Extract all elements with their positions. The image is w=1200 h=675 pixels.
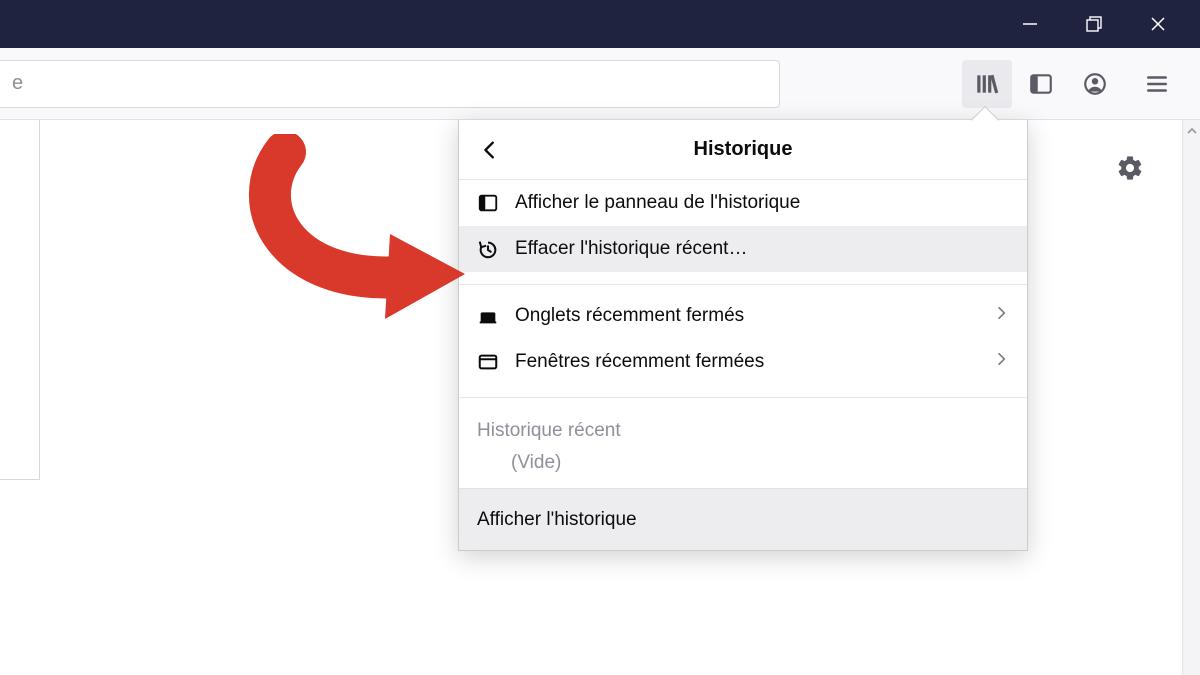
hamburger-icon — [1144, 71, 1170, 97]
panel-header: Historique — [459, 120, 1027, 180]
clear-recent-history-item[interactable]: Effacer l'historique récent… — [459, 226, 1027, 272]
toolbar: e — [0, 48, 1200, 120]
menu-item-label: Onglets récemment fermés — [515, 305, 744, 327]
recent-history-section-label: Historique récent — [459, 406, 1027, 448]
sidebar-toggle-button[interactable] — [1016, 60, 1066, 108]
menu-item-label: Fenêtres récemment fermées — [515, 351, 764, 373]
gear-icon — [1116, 154, 1144, 182]
window-close-button[interactable] — [1126, 0, 1190, 48]
annotation-arrow — [225, 134, 485, 334]
panel-title: Historique — [459, 138, 1027, 161]
show-all-history-item[interactable]: Afficher l'historique — [459, 488, 1027, 550]
show-history-sidebar-item[interactable]: Afficher le panneau de l'historique — [459, 180, 1027, 226]
library-icon — [974, 71, 1000, 97]
panel-separator — [459, 284, 1027, 285]
chevron-right-icon — [993, 305, 1009, 327]
page-settings-button[interactable] — [1110, 148, 1150, 188]
url-bar-text-fragment: e — [12, 72, 23, 95]
window-minimize-button[interactable] — [998, 0, 1062, 48]
tab-icon — [477, 305, 505, 327]
recently-closed-windows-item[interactable]: Fenêtres récemment fermées — [459, 339, 1027, 385]
url-bar[interactable]: e — [0, 60, 780, 108]
menu-item-label: Afficher l'historique — [477, 509, 637, 531]
history-clear-icon — [477, 238, 505, 260]
sidebar-panel-icon — [477, 192, 505, 214]
sidebar-icon — [1028, 71, 1054, 97]
content-area: Historique Afficher le panneau de l'hist… — [0, 120, 1200, 675]
vertical-scrollbar[interactable] — [1182, 120, 1200, 675]
account-button[interactable] — [1070, 60, 1120, 108]
recently-closed-tabs-item[interactable]: Onglets récemment fermés — [459, 293, 1027, 339]
menu-item-label: Afficher le panneau de l'historique — [515, 192, 800, 214]
app-menu-button[interactable] — [1132, 60, 1182, 108]
page-panel-fragment — [0, 120, 40, 480]
window-icon — [477, 351, 505, 373]
chevron-right-icon — [993, 351, 1009, 373]
chevron-left-icon — [479, 139, 501, 161]
history-panel: Historique Afficher le panneau de l'hist… — [458, 120, 1028, 551]
panel-back-button[interactable] — [473, 133, 507, 167]
library-button[interactable] — [962, 60, 1012, 108]
window-titlebar — [0, 0, 1200, 48]
window-restore-button[interactable] — [1062, 0, 1126, 48]
panel-separator — [459, 397, 1027, 398]
scrollbar-up-icon — [1186, 124, 1198, 142]
menu-item-label: Effacer l'historique récent… — [515, 238, 747, 260]
account-icon — [1082, 71, 1108, 97]
recent-history-empty-label: (Vide) — [459, 448, 1027, 488]
